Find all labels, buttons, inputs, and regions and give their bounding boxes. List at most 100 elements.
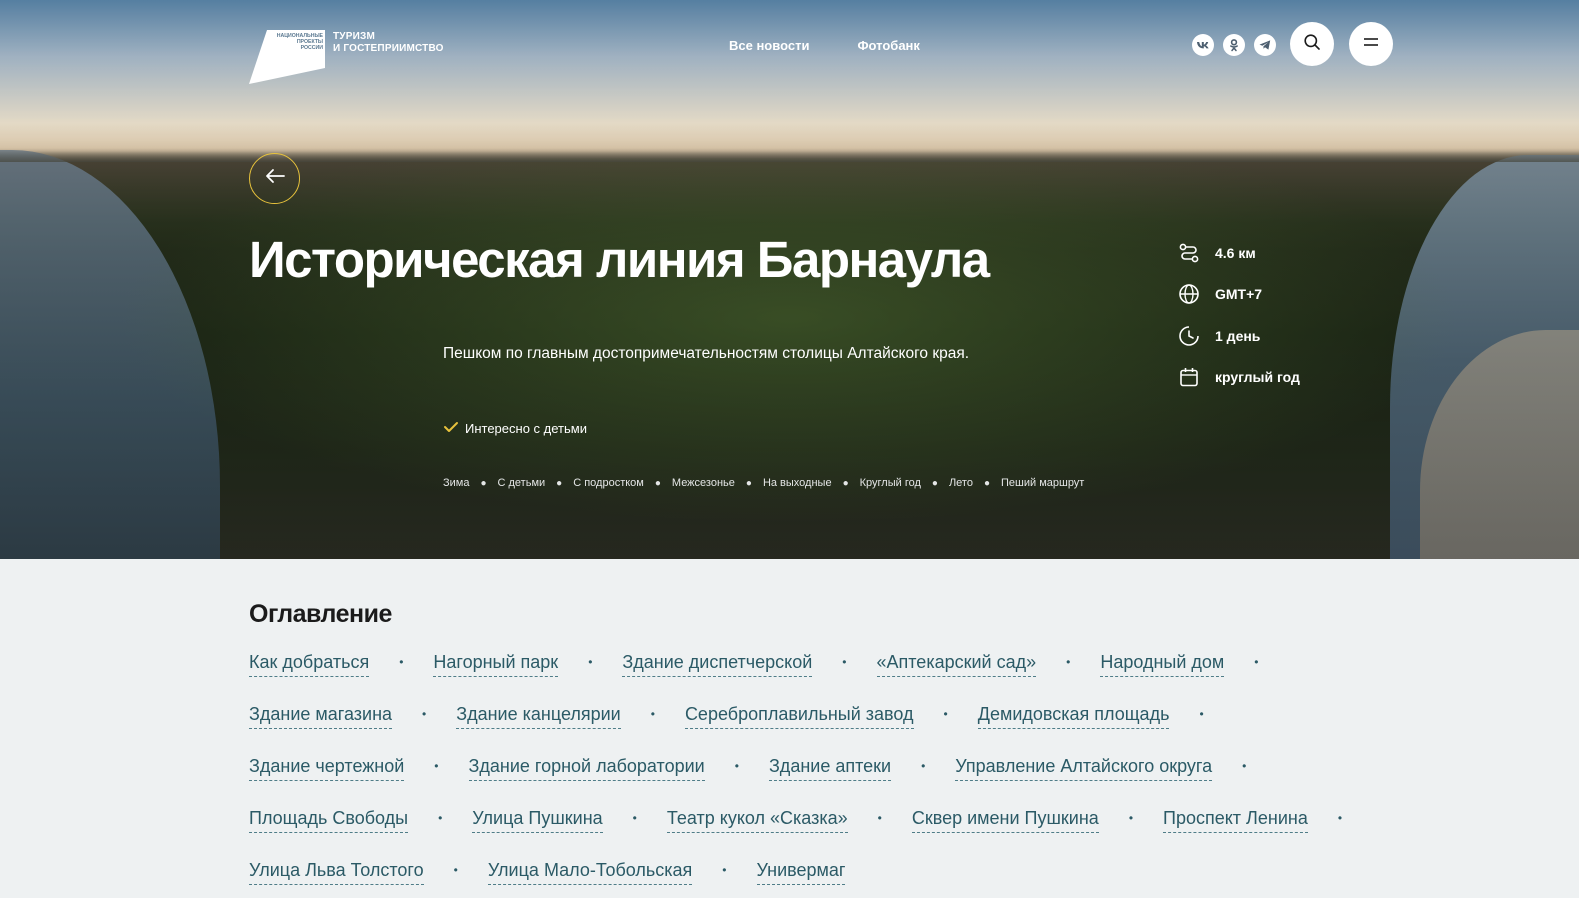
- tag[interactable]: Зима: [443, 477, 469, 489]
- toc-item: Как добраться •: [249, 649, 433, 679]
- toc-item: Улица Пушкина •: [472, 805, 667, 835]
- toc-separator: •: [1128, 811, 1134, 825]
- tag[interactable]: Межсезонье: [672, 477, 735, 489]
- logo-text: ТУРИЗМ И ГОСТЕПРИИМСТВО: [333, 31, 444, 55]
- svg-text:РОССИИ: РОССИИ: [301, 45, 324, 51]
- toc-item: Проспект Ленина •: [1163, 805, 1372, 835]
- toc-separator: •: [722, 863, 727, 877]
- tag-list: Зима ● С детьми ● С подростком ● Межсезонье…: [443, 477, 1084, 489]
- top-nav: Все новости Фотобанк: [729, 38, 920, 53]
- route-facts: 4.6 км GMT+7 1 день круглый год: [1177, 232, 1300, 398]
- toc-link[interactable]: Здание канцелярии: [456, 704, 621, 729]
- toc-link[interactable]: Площадь Свободы: [249, 808, 409, 833]
- toc-link[interactable]: Как добраться: [249, 652, 370, 677]
- nav-photobank[interactable]: Фотобанк: [857, 38, 919, 53]
- toc-separator: •: [588, 655, 593, 669]
- horizon-city: [0, 148, 1579, 162]
- toc-link[interactable]: Нагорный парк: [433, 652, 559, 677]
- fact-timezone: GMT+7: [1177, 274, 1300, 316]
- arrow-left-icon: [264, 168, 286, 189]
- tag[interactable]: Лето: [949, 477, 973, 489]
- kids-badge: Интересно с детьми: [443, 420, 587, 437]
- toc-separator: •: [842, 655, 847, 669]
- toc-separator: •: [943, 707, 948, 721]
- toc-link[interactable]: Проспект Ленина: [1163, 808, 1308, 833]
- toc-link[interactable]: Здание магазина: [249, 704, 393, 729]
- toc-link[interactable]: Здание чертежной: [249, 756, 405, 781]
- toc-link[interactable]: Улица Мало-Тобольская: [487, 860, 693, 885]
- toc-link[interactable]: Здание горной лаборатории: [468, 756, 705, 781]
- toc-link[interactable]: Универмаг: [756, 860, 846, 885]
- kids-label: Интересно с детьми: [465, 421, 587, 436]
- toc-item: Здание чертежной •: [249, 753, 469, 783]
- toc-separator: •: [422, 707, 427, 721]
- toc-item: Здание аптеки •: [768, 753, 955, 783]
- toc-item: Управление Алтайского округа •: [955, 753, 1276, 783]
- tag-separator: ●: [480, 477, 487, 489]
- menu-button[interactable]: [1349, 22, 1393, 66]
- telegram-icon[interactable]: [1254, 34, 1276, 56]
- toc-link[interactable]: Театр кукол «Сказка»: [666, 808, 848, 833]
- toc-item: Сереброплавильный завод •: [684, 701, 978, 731]
- fact-duration: 1 день: [1177, 315, 1300, 357]
- toc-link[interactable]: Сереброплавильный завод: [684, 704, 914, 729]
- tag-separator: ●: [842, 477, 849, 489]
- toc-separator: •: [650, 707, 655, 721]
- toc-item: Нагорный парк •: [433, 649, 622, 679]
- hero-banner: НАЦИОНАЛЬНЫЕ ПРОЕКТЫ РОССИИ ТУРИЗМ И ГОС…: [0, 0, 1579, 559]
- fact-distance: 4.6 км: [1177, 232, 1300, 274]
- fact-season-text: круглый год: [1215, 369, 1300, 386]
- toc-heading: Оглавление: [249, 600, 392, 628]
- toc-separator: •: [734, 759, 739, 773]
- toc-separator: •: [632, 811, 637, 825]
- fact-season: круглый год: [1177, 357, 1300, 399]
- toc-link[interactable]: «Аптекарский сад»: [876, 652, 1037, 677]
- tag-separator: ●: [556, 477, 563, 489]
- toc-separator: •: [877, 811, 882, 825]
- toc-item: Здание канцелярии •: [456, 701, 685, 731]
- nav-all-news[interactable]: Все новости: [729, 38, 809, 53]
- toc-separator: •: [434, 759, 439, 773]
- tag[interactable]: Пеший маршрут: [1001, 477, 1084, 489]
- calendar-icon: [1177, 365, 1201, 389]
- toc-separator: •: [1199, 707, 1204, 721]
- toc-item: Здание горной лаборатории •: [468, 753, 769, 783]
- toc-separator: •: [1254, 655, 1259, 669]
- toc-separator: •: [453, 863, 458, 877]
- vk-icon[interactable]: [1192, 34, 1214, 56]
- fact-timezone-text: GMT+7: [1215, 286, 1263, 303]
- toc-item: «Аптекарский сад» •: [876, 649, 1101, 679]
- site-logo[interactable]: НАЦИОНАЛЬНЫЕ ПРОЕКТЫ РОССИИ ТУРИЗМ И ГОС…: [249, 28, 444, 84]
- toc-item: Здание диспетчерской •: [622, 649, 876, 679]
- toc-separator: •: [399, 655, 404, 669]
- tag[interactable]: На выходные: [763, 477, 832, 489]
- globe-icon: [1177, 282, 1201, 306]
- logo-line-1: ТУРИЗМ: [333, 31, 375, 42]
- odnoklassniki-icon[interactable]: [1223, 34, 1245, 56]
- tag[interactable]: С детьми: [498, 477, 546, 489]
- back-button[interactable]: [249, 153, 300, 204]
- toc-link[interactable]: Здание аптеки: [768, 756, 892, 781]
- toc-link[interactable]: Демидовская площадь: [977, 704, 1170, 729]
- toc-link[interactable]: Управление Алтайского округа: [955, 756, 1213, 781]
- toc-item: Демидовская площадь •: [977, 701, 1234, 731]
- toc-link[interactable]: Народный дом: [1100, 652, 1225, 677]
- toc-link[interactable]: Здание диспетчерской: [622, 652, 813, 677]
- toc-link[interactable]: Улица Пушкина: [472, 808, 603, 833]
- toc-item: Народный дом •: [1100, 649, 1288, 679]
- toc-list: Как добраться • Нагорный парк • Здание диспе…: [249, 649, 1409, 898]
- logo-line-2: И ГОСТЕПРИИМСТВО: [333, 43, 444, 54]
- toc-separator: •: [1066, 655, 1071, 669]
- toc-link[interactable]: Сквер имени Пушкина: [911, 808, 1099, 833]
- hamburger-menu-icon: [1362, 33, 1380, 56]
- fact-duration-text: 1 день: [1215, 327, 1261, 344]
- search-button[interactable]: [1290, 22, 1334, 66]
- tag[interactable]: С подростком: [573, 477, 644, 489]
- toc-item: Театр кукол «Сказка» •: [666, 805, 912, 835]
- tag[interactable]: Круглый год: [860, 477, 921, 489]
- toc-separator: •: [921, 759, 926, 773]
- toc-item: Сквер имени Пушкина •: [911, 805, 1163, 835]
- logo-mark-icon: НАЦИОНАЛЬНЫЕ ПРОЕКТЫ РОССИИ: [249, 28, 327, 84]
- route-description: Пешком по главным достопримечательностям…: [443, 345, 970, 362]
- toc-link[interactable]: Улица Льва Толстого: [249, 860, 424, 885]
